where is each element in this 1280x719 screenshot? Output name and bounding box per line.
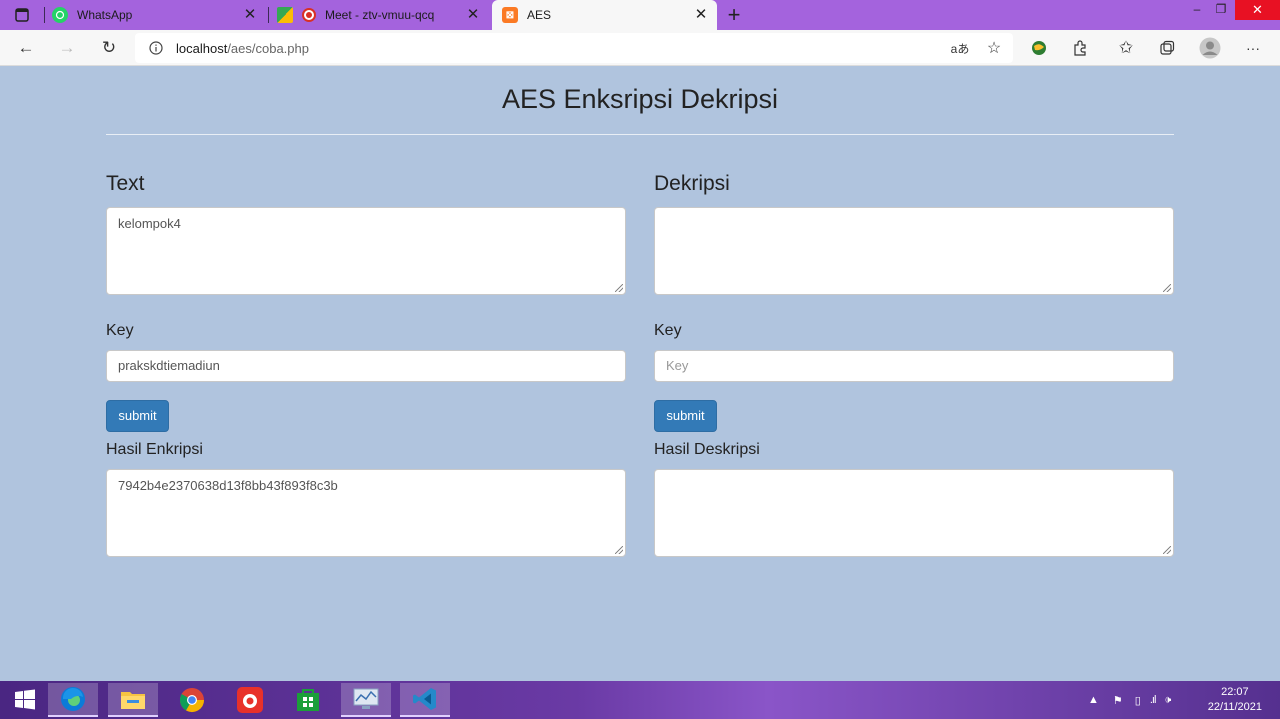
clock-date: 22/11/2021 (1207, 701, 1262, 713)
info-icon[interactable] (145, 37, 167, 59)
store-icon[interactable] (283, 683, 333, 717)
new-tab-button[interactable]: + (723, 0, 745, 30)
vscode-icon[interactable] (400, 683, 450, 717)
encrypt-submit-button[interactable]: submit (106, 400, 169, 432)
encrypt-key-input[interactable]: prakskdtiemadiun (106, 350, 626, 382)
app-red-icon[interactable] (225, 683, 275, 717)
encrypt-result-area[interactable]: 7942b4e2370638d13f8bb43f893f8c3b (106, 469, 626, 557)
plus-icon: + (727, 2, 741, 27)
close-tab-icon[interactable]: ✕ (465, 7, 481, 23)
refresh-icon[interactable]: ↻ (98, 37, 120, 59)
tab-separator (268, 7, 269, 23)
tab-label: AES (527, 8, 552, 22)
file-explorer-icon[interactable] (108, 683, 158, 717)
xampp-icon: ⊠ (502, 7, 518, 23)
encrypt-result-label: Hasil Enkripsi (106, 441, 203, 458)
extension-globe-icon[interactable] (1028, 37, 1050, 59)
close-tab-icon[interactable]: ✕ (242, 7, 258, 23)
tab-separator (44, 7, 45, 23)
url-path: /aes/coba.php (227, 41, 309, 56)
url-text: localhost/aes/coba.php (176, 41, 309, 56)
more-menu-icon[interactable]: ··· (1242, 37, 1264, 59)
app-monitor-icon[interactable] (341, 683, 391, 717)
decrypt-submit-button[interactable]: submit (654, 400, 717, 432)
page-title: AES Enksripsi Dekripsi (501, 84, 779, 114)
tab-label: Meet - ztv-vmuu-qcq (325, 8, 435, 22)
back-arrow-icon[interactable]: ← (15, 37, 37, 59)
taskbar: ▲ ⚑ ▯ .ıl 🕩 22:07 22/11/2021 (0, 681, 1280, 719)
encrypt-result-value: 7942b4e2370638d13f8bb43f893f8c3b (118, 478, 338, 493)
forward-arrow-icon[interactable]: → (56, 37, 78, 59)
url-host: localhost (176, 41, 228, 56)
resize-grip-icon[interactable] (1163, 284, 1171, 292)
recording-icon (302, 8, 316, 22)
decrypt-heading: Dekripsi (654, 172, 730, 195)
favorites-icon[interactable]: ✩ (1115, 37, 1137, 59)
tab-whatsapp[interactable]: WhatsApp ✕ (52, 0, 266, 30)
windows-start-icon[interactable] (0, 683, 50, 717)
read-aloud-icon[interactable]: aあ (949, 37, 971, 59)
page-body: AES Enksripsi Dekripsi Text kelompok4 Ke… (0, 66, 1280, 681)
text-input-value: kelompok4 (118, 216, 181, 231)
decrypt-result-label: Hasil Deskripsi (654, 441, 760, 458)
text-heading: Text (106, 172, 145, 195)
key-label: Key (654, 322, 682, 339)
favorite-star-icon[interactable]: ☆ (983, 37, 1005, 59)
close-tab-icon[interactable]: ✕ (693, 7, 709, 23)
network-icon[interactable]: .ıl (1150, 694, 1156, 706)
clock-time: 22:07 (1221, 686, 1249, 698)
tab-label: WhatsApp (77, 8, 133, 22)
volume-icon[interactable]: 🕩 (1164, 694, 1171, 707)
extensions-puzzle-icon[interactable] (1069, 37, 1091, 59)
resize-grip-icon[interactable] (615, 546, 623, 554)
google-meet-icon (277, 7, 293, 23)
edge-icon[interactable] (48, 683, 98, 717)
tab-strip: WhatsApp ✕ Meet - ztv-vmuu-qcq ✕ ⊠ AES ✕… (0, 0, 1280, 30)
tab-meet[interactable]: Meet - ztv-vmuu-qcq ✕ (277, 0, 489, 30)
battery-icon[interactable]: ▯ (1135, 694, 1141, 707)
clock[interactable]: 22:07 22/11/2021 (1208, 685, 1262, 715)
chrome-icon[interactable] (167, 683, 217, 717)
text-input-area[interactable]: kelompok4 (106, 207, 626, 295)
decrypt-result-area[interactable] (654, 469, 1174, 557)
tab-actions-icon[interactable] (11, 4, 33, 26)
browser-toolbar: ← → ↻ localhost/aes/coba.php aあ ☆ ✩ ··· (0, 30, 1280, 66)
profile-avatar-icon[interactable] (1199, 37, 1221, 59)
divider (106, 134, 1174, 135)
tab-aes[interactable]: ⊠ AES ✕ (492, 0, 717, 30)
whatsapp-icon (52, 7, 68, 23)
resize-grip-icon[interactable] (615, 284, 623, 292)
address-bar[interactable]: localhost/aes/coba.php aあ ☆ (135, 33, 1013, 63)
decrypt-input-area[interactable] (654, 207, 1174, 295)
key-label: Key (106, 322, 134, 339)
show-hidden-icons-icon[interactable]: ▲ (1088, 694, 1099, 706)
resize-grip-icon[interactable] (1163, 546, 1171, 554)
close-window-button[interactable]: ✕ (1235, 0, 1280, 20)
flag-icon[interactable]: ⚑ (1113, 694, 1123, 707)
decrypt-key-input[interactable]: Key (654, 350, 1174, 382)
restore-button[interactable]: ❐ (1207, 0, 1235, 20)
system-tray: ▲ ⚑ ▯ .ıl 🕩 (1088, 681, 1171, 719)
collections-icon[interactable] (1156, 37, 1178, 59)
